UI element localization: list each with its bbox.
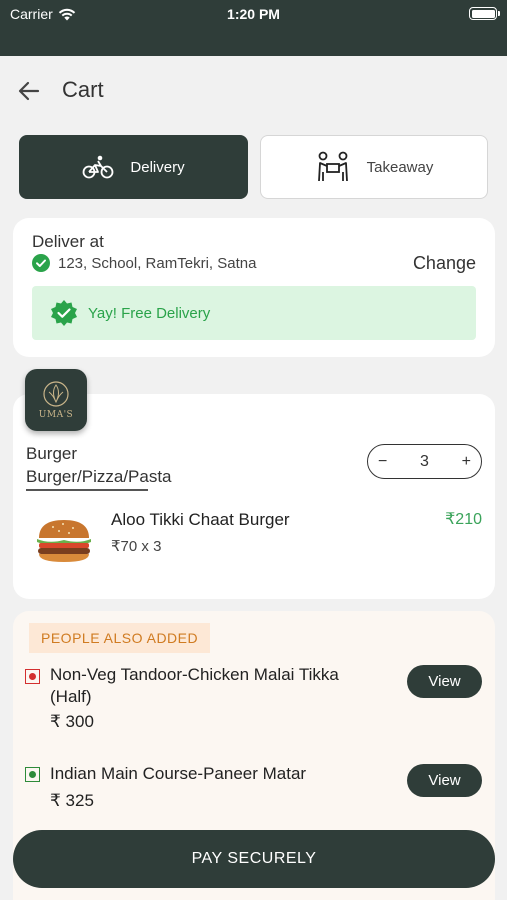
- cart-item-qty-price: ₹70 x 3: [111, 538, 162, 555]
- header: Cart: [0, 56, 507, 126]
- quantity-stepper: − 3 +: [367, 444, 482, 479]
- free-delivery-banner: Yay! Free Delivery: [32, 286, 476, 340]
- status-bar: Carrier 1:20 PM: [0, 0, 507, 56]
- decrement-button[interactable]: −: [378, 453, 387, 471]
- restaurant-name: Burger: [26, 444, 78, 463]
- delivery-label: Delivery: [130, 158, 185, 176]
- logo-text: UMA'S: [38, 410, 74, 420]
- cart-item-total: ₹210: [445, 511, 482, 528]
- deliver-at-label: Deliver at: [32, 232, 104, 251]
- restaurant-logo: UMA'S: [25, 369, 87, 431]
- address-text: 123, School, RamTekri, Satna: [58, 254, 257, 272]
- increment-button[interactable]: +: [462, 453, 471, 471]
- quantity-value: 3: [420, 452, 429, 470]
- suggested-item-price: ₹ 300: [50, 712, 94, 731]
- status-time: 1:20 PM: [227, 6, 280, 22]
- check-circle-icon: [32, 254, 50, 272]
- takeaway-people-icon: [317, 151, 348, 182]
- takeaway-mode-button[interactable]: Takeaway: [260, 135, 488, 199]
- page-title: Cart: [62, 77, 104, 102]
- takeaway-label: Takeaway: [366, 158, 434, 176]
- burger-image: [37, 520, 91, 562]
- suggested-item-name: Non-Veg Tandoor-Chicken Malai Tikka (Hal…: [50, 665, 339, 706]
- logo-emblem-icon: [43, 381, 69, 407]
- view-item-button[interactable]: View: [407, 764, 482, 797]
- cart-item-name: Aloo Tikki Chaat Burger: [111, 510, 290, 529]
- free-delivery-text: Yay! Free Delivery: [88, 304, 211, 322]
- bicycle-icon: [83, 155, 114, 179]
- veg-indicator-icon: [25, 767, 40, 782]
- delivery-address-card: Deliver at 123, School, RamTekri, Satna …: [13, 218, 495, 357]
- non-veg-indicator-icon: [25, 669, 40, 684]
- people-also-added-title: PEOPLE ALSO ADDED: [29, 623, 211, 653]
- suggested-item-price: ₹ 325: [50, 791, 94, 810]
- change-address-button[interactable]: Change: [413, 253, 476, 274]
- suggested-item-name: Indian Main Course-Paneer Matar: [50, 764, 307, 783]
- restaurant-category: Burger/Pizza/Pasta: [26, 467, 172, 491]
- address-row: 123, School, RamTekri, Satna: [32, 254, 256, 272]
- delivery-mode-button[interactable]: Delivery: [19, 135, 248, 199]
- view-item-button[interactable]: View: [407, 665, 482, 698]
- verified-badge-icon: [51, 300, 77, 326]
- pay-securely-button[interactable]: PAY SECURELY: [13, 830, 495, 888]
- back-arrow-icon[interactable]: [16, 78, 42, 104]
- battery-icon: [469, 7, 500, 20]
